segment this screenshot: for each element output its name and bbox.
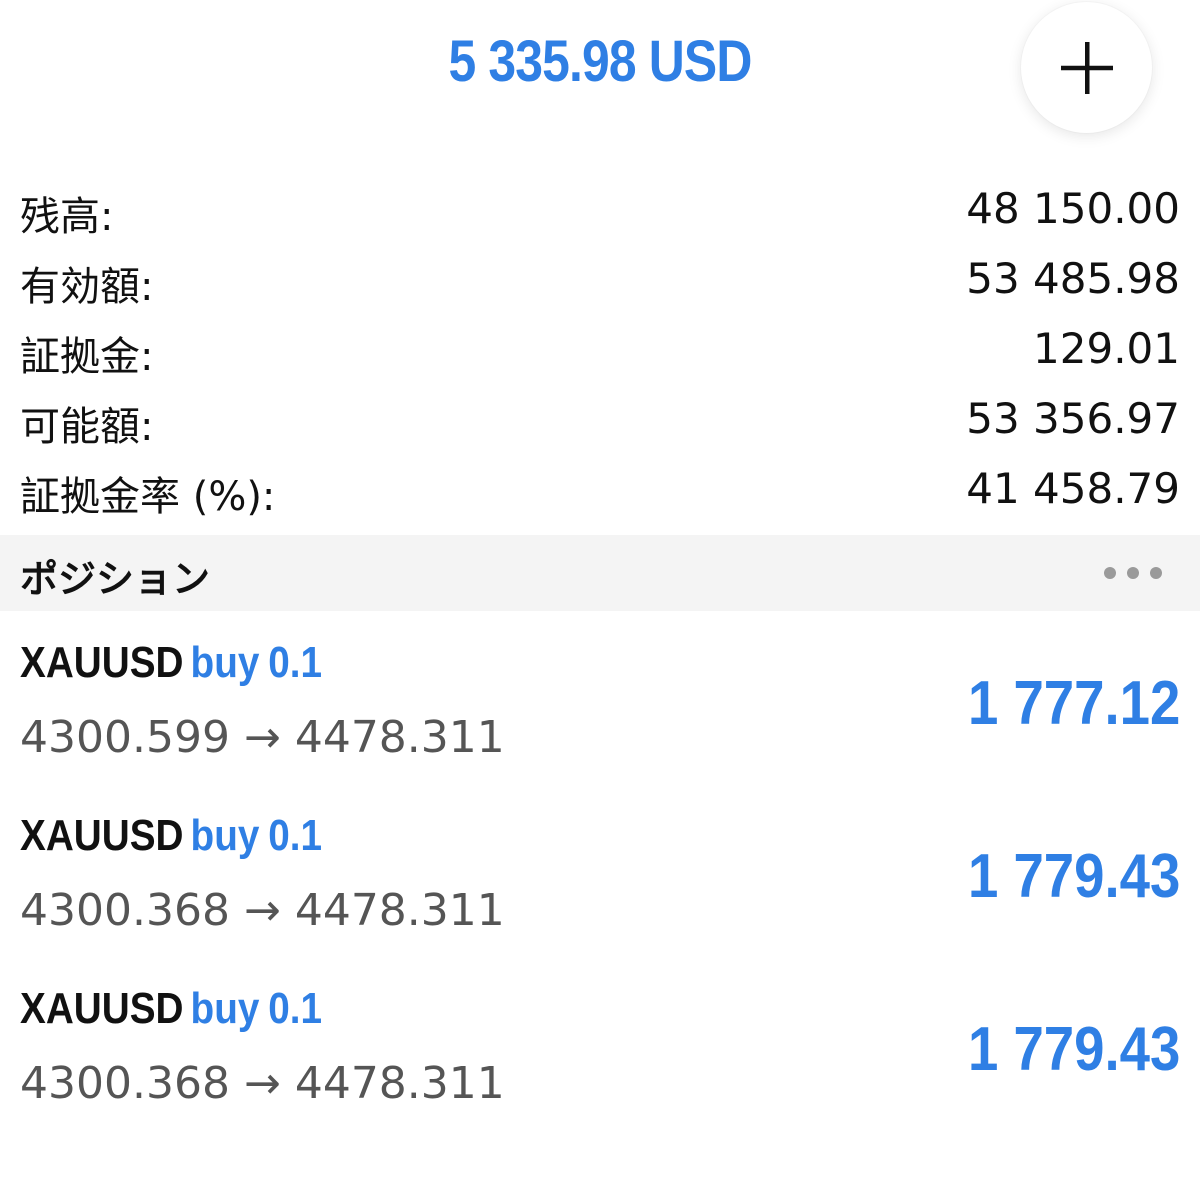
- current-price: 4478.311: [294, 885, 505, 936]
- free-margin-label: 可能額:: [20, 404, 154, 450]
- arrow-right-icon: →: [243, 885, 281, 936]
- summary-row-margin: 証拠金: 129.01: [0, 316, 1200, 386]
- position-prices: 4300.599 → 4478.311: [20, 712, 505, 763]
- position-header: XAUUSD buy 0.1: [20, 638, 322, 688]
- summary-row-balance: 残高: 48 150.00: [0, 176, 1200, 246]
- balance-value: 48 150.00: [966, 184, 1180, 233]
- add-order-button[interactable]: [1021, 2, 1152, 133]
- position-symbol: XAUUSD: [20, 984, 184, 1033]
- equity-value: 53 485.98: [966, 254, 1180, 303]
- margin-level-value: 41 458.79: [966, 464, 1180, 513]
- position-side: buy: [190, 984, 260, 1033]
- trade-screen: 5 335.98 USD 残高: 48 150.00 有効額: 53 485.9…: [0, 0, 1200, 1180]
- more-dots-icon[interactable]: [1104, 561, 1162, 585]
- position-row[interactable]: XAUUSD buy 0.1 4300.368 → 4478.311 1 779.43: [0, 976, 1200, 1149]
- position-volume: 0.1: [268, 811, 323, 860]
- position-symbol: XAUUSD: [20, 811, 184, 860]
- current-price: 4478.311: [294, 1058, 505, 1109]
- total-profit: 5 335.98 USD: [448, 29, 752, 94]
- current-price: 4478.311: [294, 712, 505, 763]
- balance-label: 残高:: [20, 194, 114, 240]
- summary-row-free-margin: 可能額: 53 356.97: [0, 386, 1200, 456]
- dot: [1104, 567, 1116, 579]
- position-volume: 0.1: [268, 638, 323, 687]
- position-prices: 4300.368 → 4478.311: [20, 885, 505, 936]
- positions-section-title: ポジション: [20, 557, 211, 601]
- open-price: 4300.599: [20, 712, 230, 763]
- plus-icon: [1060, 41, 1113, 94]
- positions-section-header: ポジション: [0, 535, 1200, 611]
- positions-list: XAUUSD buy 0.1 4300.599 → 4478.311 1 777.12 …: [0, 630, 1200, 1149]
- position-profit: 1 779.43: [967, 1015, 1180, 1084]
- account-summary: 残高: 48 150.00 有効額: 53 485.98 証拠金: 129.01…: [0, 176, 1200, 526]
- summary-row-margin-level: 証拠金率 (%): 41 458.79: [0, 456, 1200, 526]
- open-price: 4300.368: [20, 1058, 230, 1109]
- position-profit: 1 779.43: [967, 842, 1180, 911]
- position-prices: 4300.368 → 4478.311: [20, 1058, 505, 1109]
- open-price: 4300.368: [20, 885, 230, 936]
- margin-level-label: 証拠金率 (%):: [20, 474, 276, 520]
- dot: [1127, 567, 1139, 579]
- summary-row-equity: 有効額: 53 485.98: [0, 246, 1200, 316]
- dot: [1150, 567, 1162, 579]
- free-margin-value: 53 356.97: [966, 394, 1180, 443]
- arrow-right-icon: →: [243, 712, 281, 763]
- position-volume: 0.1: [268, 984, 323, 1033]
- position-row[interactable]: XAUUSD buy 0.1 4300.599 → 4478.311 1 777.12: [0, 630, 1200, 803]
- position-row[interactable]: XAUUSD buy 0.1 4300.368 → 4478.311 1 779.43: [0, 803, 1200, 976]
- equity-label: 有効額:: [20, 264, 154, 310]
- position-side: buy: [190, 811, 260, 860]
- position-header: XAUUSD buy 0.1: [20, 984, 322, 1034]
- margin-value: 129.01: [1033, 324, 1180, 373]
- position-symbol: XAUUSD: [20, 638, 184, 687]
- position-header: XAUUSD buy 0.1: [20, 811, 322, 861]
- position-side: buy: [190, 638, 260, 687]
- margin-label: 証拠金:: [20, 334, 154, 380]
- position-profit: 1 777.12: [967, 669, 1180, 738]
- header: 5 335.98 USD: [0, 0, 1200, 135]
- arrow-right-icon: →: [243, 1058, 281, 1109]
